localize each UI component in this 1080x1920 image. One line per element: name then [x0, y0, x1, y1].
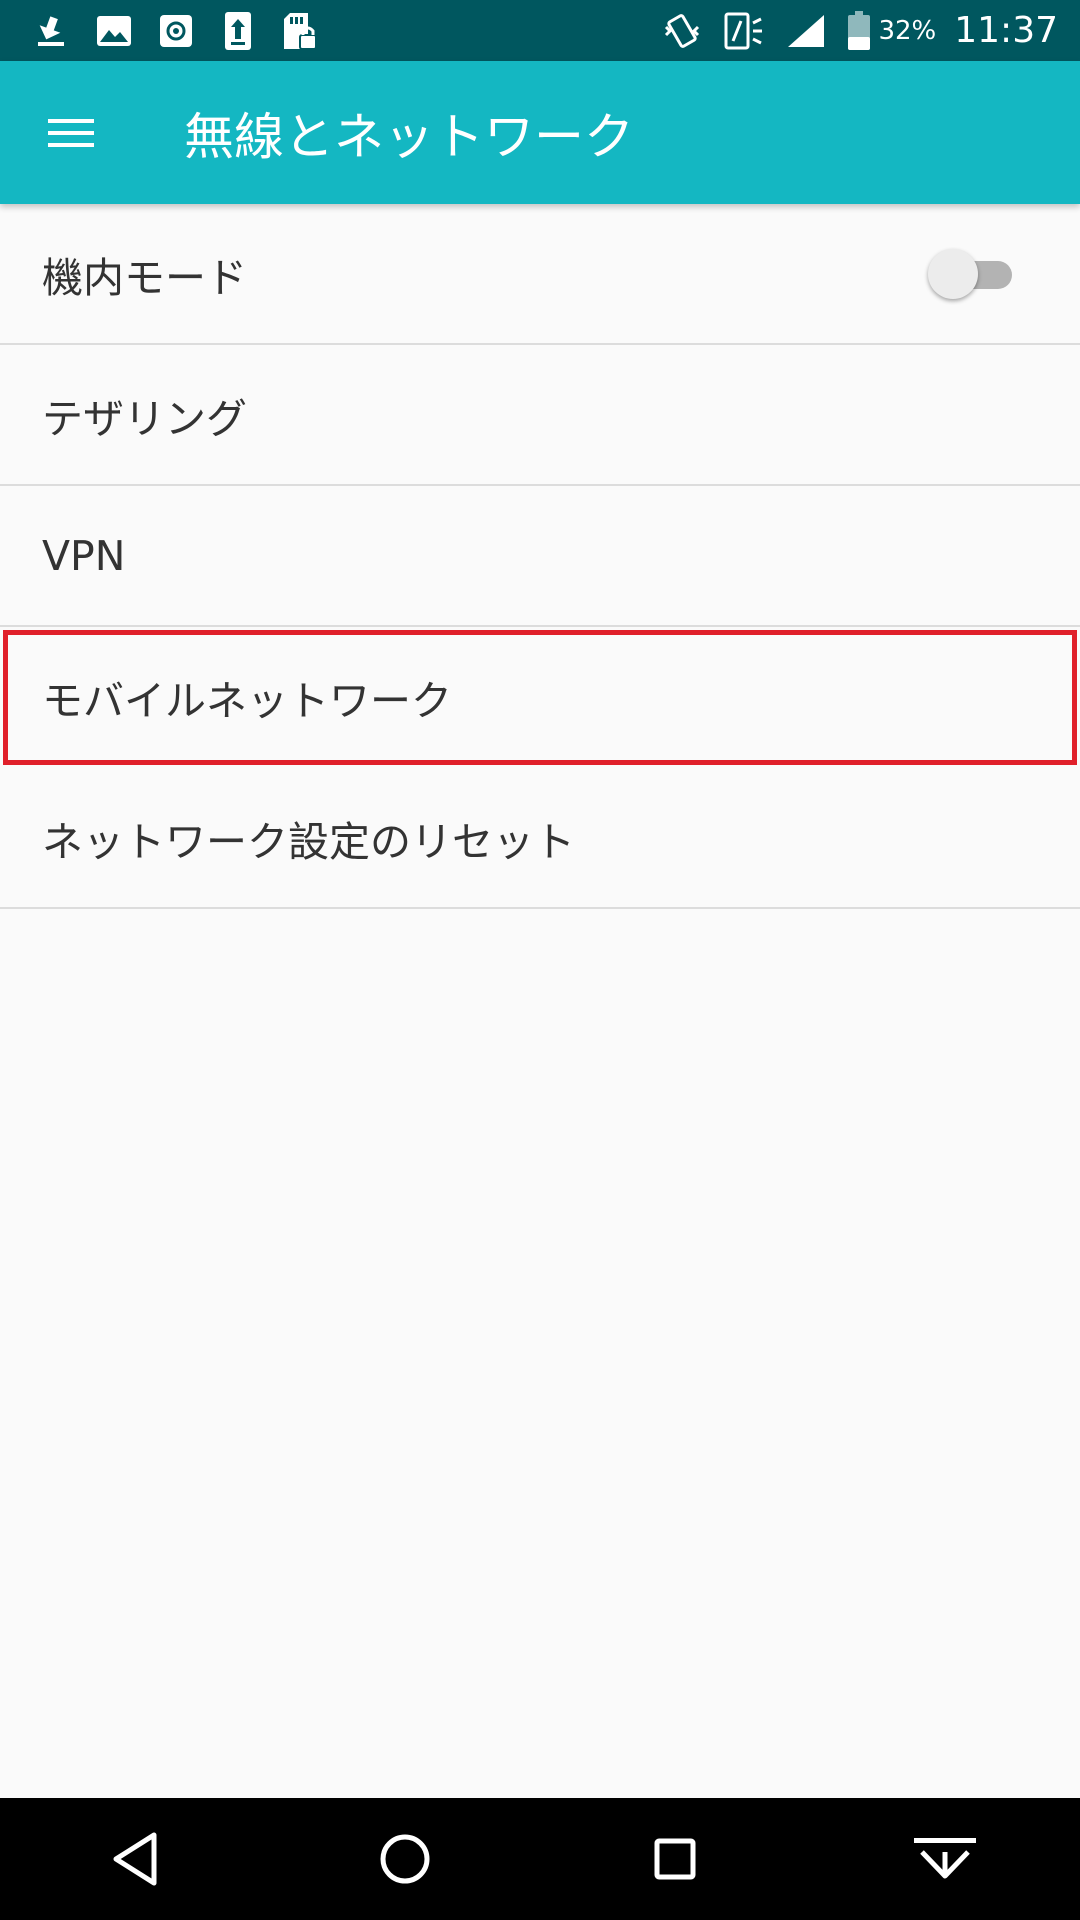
list-item-label: VPN [42, 531, 126, 580]
sd-card-lock-icon [276, 11, 324, 51]
vibrate-icon [658, 11, 706, 51]
recents-button[interactable] [630, 1814, 720, 1904]
list-item-label: テザリング [42, 394, 247, 443]
list-item-mobile-network[interactable]: モバイルネットワーク [0, 627, 1080, 768]
settings-icon [152, 11, 200, 51]
home-icon [380, 1834, 430, 1884]
image-icon [90, 11, 138, 51]
settings-list: 機内モード テザリング VPN モバイルネットワーク ネットワーク設定のリセット [0, 204, 1080, 909]
status-time: 11:37 [954, 10, 1058, 51]
nfc-icon [720, 11, 768, 51]
list-item-tethering[interactable]: テザリング [0, 345, 1080, 486]
app-bar: 無線とネットワーク [0, 61, 1080, 204]
hamburger-menu-icon [48, 118, 94, 147]
list-item-airplane-mode[interactable]: 機内モード [0, 204, 1080, 345]
list-item-label: モバイルネットワーク [42, 676, 452, 725]
back-icon [113, 1832, 157, 1886]
battery-percent: 32% [878, 15, 937, 46]
list-item-label: ネットワーク設定のリセット [42, 817, 575, 866]
list-item-label: 機内モード [42, 253, 247, 302]
status-left [28, 11, 338, 51]
list-item-vpn[interactable]: VPN [0, 486, 1080, 627]
recents-icon [654, 1838, 696, 1880]
hide-nav-icon [914, 1838, 976, 1879]
status-right: 32% 11:37 [654, 10, 1058, 51]
airplane-mode-toggle[interactable] [928, 248, 1012, 299]
hide-nav-button[interactable] [900, 1814, 990, 1904]
signal-icon [782, 11, 830, 51]
home-button[interactable] [360, 1814, 450, 1904]
upload-icon [214, 11, 262, 51]
status-bar: 32% 11:37 [0, 0, 1080, 61]
menu-button[interactable] [36, 97, 108, 169]
nav-bar [0, 1798, 1080, 1920]
back-button[interactable] [90, 1814, 180, 1904]
toggle-thumb [928, 248, 978, 299]
page-title: 無線とネットワーク [184, 107, 634, 166]
battery-icon [844, 10, 874, 51]
list-item-network-reset[interactable]: ネットワーク設定のリセット [0, 768, 1080, 909]
download-icon [28, 11, 76, 51]
